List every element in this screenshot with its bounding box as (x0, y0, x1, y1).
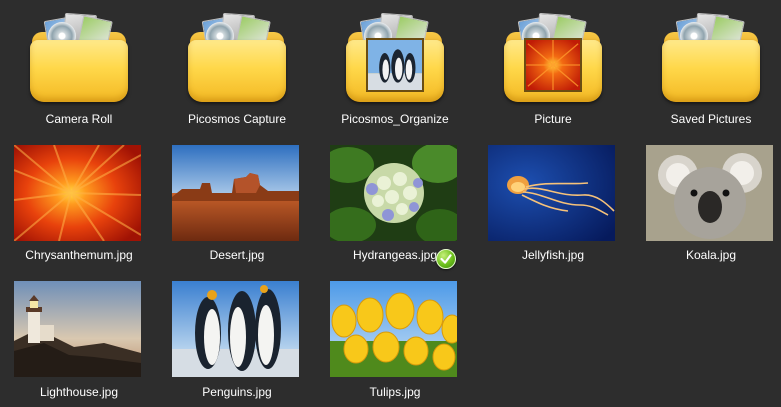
file-tile[interactable]: Lighthouse.jpg (0, 270, 158, 407)
folder-label: Picosmos Capture (187, 112, 287, 126)
folder-icon (346, 12, 444, 104)
koala-thumbnail (646, 145, 773, 241)
hydrangeas-thumbnail (330, 145, 457, 241)
file-label: Tulips.jpg (369, 385, 421, 399)
folder-label: Picture (534, 112, 572, 126)
file-label: Jellyfish.jpg (521, 248, 585, 262)
folder-thumbnail-flower (524, 38, 582, 92)
file-label: Chrysanthemum.jpg (25, 248, 133, 262)
file-tile[interactable]: Desert.jpg (158, 135, 316, 270)
chrysanthemum-thumbnail (14, 145, 141, 241)
penguins-thumbnail (172, 281, 299, 377)
file-tile[interactable]: Hydrangeas.jpg (316, 135, 474, 270)
folder-tile[interactable]: Camera Roll (0, 0, 158, 135)
jellyfish-thumbnail (488, 145, 615, 241)
folder-tile[interactable]: Saved Pictures (632, 0, 781, 135)
folder-icon (30, 12, 128, 104)
file-label: Lighthouse.jpg (39, 385, 119, 399)
folder-icon (662, 12, 760, 104)
folder-label: Saved Pictures (670, 112, 752, 126)
file-tile[interactable]: Jellyfish.jpg (474, 135, 632, 270)
desert-thumbnail (172, 145, 299, 241)
lighthouse-thumbnail (14, 281, 141, 377)
file-label: Desert.jpg (209, 248, 265, 262)
folder-tile[interactable]: Picture (474, 0, 632, 135)
file-label: Koala.jpg (685, 248, 737, 262)
file-label: Penguins.jpg (202, 385, 272, 399)
file-tile[interactable]: Tulips.jpg (316, 270, 474, 407)
file-tile[interactable]: Penguins.jpg (158, 270, 316, 407)
folder-thumbnail-penguins (366, 38, 424, 92)
tulips-thumbnail (330, 281, 457, 377)
folder-icon (188, 12, 286, 104)
folder-label: Picosmos_Organize (341, 112, 449, 126)
checkmark-icon (436, 249, 456, 269)
folder-icon (504, 12, 602, 104)
folder-label: Camera Roll (45, 112, 113, 126)
folder-tile[interactable]: Picosmos_Organize (316, 0, 474, 135)
folder-tile[interactable]: Picosmos Capture (158, 0, 316, 135)
file-tile[interactable]: Chrysanthemum.jpg (0, 135, 158, 270)
file-tile[interactable]: Koala.jpg (632, 135, 781, 270)
